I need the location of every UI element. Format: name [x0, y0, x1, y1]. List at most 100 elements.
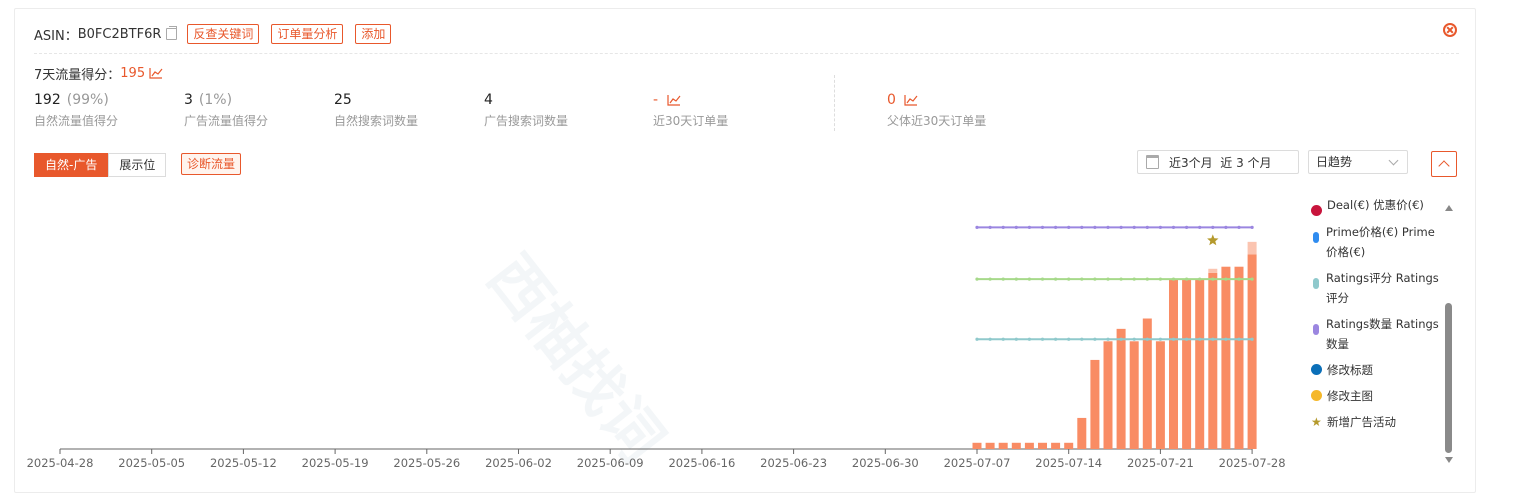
product-traffic-card: ASIN： B0FC2BTF6R 反查关键词 订单量分析 添加 7天流量得分： … [14, 8, 1476, 493]
prime-price-line-point [1185, 277, 1189, 281]
bar [1208, 272, 1218, 449]
stat-pct: (1%) [198, 92, 233, 108]
ratings-score-line-point [1119, 337, 1123, 341]
legend-marker [1313, 232, 1319, 243]
trend-select-value: 日趋势 [1316, 155, 1353, 169]
prime-price-line-point [1119, 277, 1123, 281]
ratings-score-line-point [1093, 337, 1097, 341]
prime-price-line-point [1040, 277, 1045, 281]
legend-item[interactable]: Ratings数量 Ratings 数量 [1311, 314, 1441, 354]
score-value: 195 [120, 66, 146, 81]
traffic-score: 7天流量得分： 195 [34, 64, 163, 83]
bar [1051, 442, 1061, 449]
bar [998, 442, 1008, 449]
stat-value: 3 [184, 92, 193, 108]
stat-organic: 192 (99%) 自然流量值得分 [34, 92, 118, 129]
stat-value: 25 [334, 92, 352, 108]
calendar-icon [1146, 155, 1159, 169]
view-toggle: 自然-广告 展示位 [34, 153, 167, 177]
ratings-count-line-point [1040, 225, 1045, 229]
scroll-down-icon[interactable] [1445, 457, 1453, 463]
bar [1195, 279, 1205, 449]
tab-placement[interactable]: 展示位 [108, 153, 167, 177]
reverse-keyword-button[interactable]: 反查关键词 [187, 24, 260, 44]
ratings-score-line-point [988, 337, 992, 341]
collapse-button[interactable] [1431, 151, 1457, 177]
scroll-thumb[interactable] [1445, 303, 1452, 453]
x-tick-label: 2025-07-28 [1219, 456, 1285, 470]
ratings-score-line-point [1198, 337, 1202, 341]
legend-item[interactable]: 修改主图 [1311, 386, 1441, 406]
ratings-score-line-point [1145, 337, 1149, 341]
trend-chart-icon[interactable] [666, 94, 681, 106]
legend-item[interactable]: Deal(€) 优惠价(€) [1311, 195, 1441, 216]
divider-vertical [834, 75, 835, 131]
bar [1024, 442, 1034, 449]
prime-price-line-point [1001, 277, 1005, 281]
legend-item[interactable]: 修改标题 [1311, 360, 1441, 380]
asin-label: ASIN： [34, 28, 78, 44]
ratings-count-line-point [1237, 225, 1241, 229]
stat-ad-keywords: 4 广告搜索词数量 [484, 92, 568, 129]
ratings-score-line-point [1027, 337, 1031, 341]
star-icon [1207, 234, 1219, 246]
legend-item[interactable]: Ratings评分 Ratings 评分 [1311, 268, 1441, 308]
trend-chart-icon[interactable] [149, 68, 163, 79]
bar [1103, 341, 1113, 449]
diagnose-traffic-button[interactable]: 诊断流量 [181, 153, 242, 175]
legend-scrollbar[interactable] [1443, 205, 1455, 463]
close-icon[interactable] [1443, 23, 1457, 37]
trend-chart-icon[interactable] [904, 94, 918, 106]
chart-legend: Deal(€) 优惠价(€) Prime价格(€) Prime 价格(€) Rati… [1311, 195, 1441, 438]
scroll-up-icon[interactable] [1445, 205, 1453, 211]
stat-label: 自然搜索词数量 [334, 114, 419, 128]
legend-item[interactable]: Prime价格(€) Prime 价格(€) [1311, 222, 1441, 262]
ratings-count-line-point [1224, 225, 1228, 229]
prime-price-line-point [1224, 277, 1228, 281]
traffic-chart: 2025-04-28 2025-05-05 2025-05-12 2025-05-19… [27, 225, 1285, 470]
ratings-count-line-point [1211, 225, 1215, 229]
add-button[interactable]: 添加 [355, 24, 392, 44]
prime-price-line-point [1014, 277, 1018, 281]
ratings-count-line-point [1145, 225, 1149, 229]
ratings-count-line-point [1158, 225, 1162, 229]
prime-price-line-point [1132, 277, 1136, 281]
star-icon: ★ [1311, 415, 1322, 429]
legend-item[interactable]: ★ 新增广告活动 [1311, 412, 1441, 432]
stat-ad: 3 (1%) 广告流量值得分 [184, 92, 268, 129]
score-label: 7天流量得分： [34, 68, 121, 83]
prime-price-line-point [1054, 277, 1058, 281]
legend-label: Prime价格(€) Prime 价格(€) [1326, 225, 1435, 259]
ratings-count-line-point [1027, 225, 1031, 229]
stat-label: 广告流量值得分 [184, 114, 269, 128]
copy-icon[interactable] [166, 26, 178, 40]
date-range-value: 近3个月 近 3 个月 [1169, 155, 1272, 170]
bar [1077, 417, 1087, 449]
tab-organic-ad[interactable]: 自然-广告 [34, 153, 109, 177]
ratings-score-line-point [1158, 337, 1162, 341]
x-tick-label: 2025-06-23 [760, 456, 827, 470]
ratings-score-line-point [1080, 337, 1084, 341]
ratings-count-line-point [1106, 225, 1110, 229]
ratings-count-line-point [1198, 225, 1202, 229]
stat-label: 近30天订单量 [653, 114, 729, 128]
chevron-down-icon [1388, 155, 1399, 166]
ratings-score-line-point [1001, 337, 1005, 341]
trend-select[interactable]: 日趋势 [1308, 150, 1408, 174]
prime-price-line-point [1080, 277, 1084, 281]
order-analysis-button[interactable]: 订单量分析 [271, 24, 344, 44]
x-tick-label: 2025-07-21 [1127, 456, 1194, 470]
bar [985, 442, 995, 449]
legend-label: Deal(€) 优惠价(€) [1327, 198, 1424, 212]
prime-price-line-point [988, 277, 992, 281]
stat-parent-orders-30d: 0 父体近30天订单量 [887, 92, 986, 129]
stat-orders-30d: - 近30天订单量 [653, 92, 728, 129]
ratings-count-line-point [988, 225, 992, 229]
ratings-score-line-point [1132, 337, 1136, 341]
prime-price-line-point [1106, 277, 1110, 281]
date-range-picker[interactable]: 近3个月 近 3 个月 [1137, 150, 1299, 174]
prime-price-line-point [1250, 277, 1254, 281]
ratings-score-line-point [1171, 337, 1176, 341]
stat-label: 父体近30天订单量 [887, 114, 987, 128]
legend-label: Ratings评分 Ratings 评分 [1326, 271, 1439, 305]
